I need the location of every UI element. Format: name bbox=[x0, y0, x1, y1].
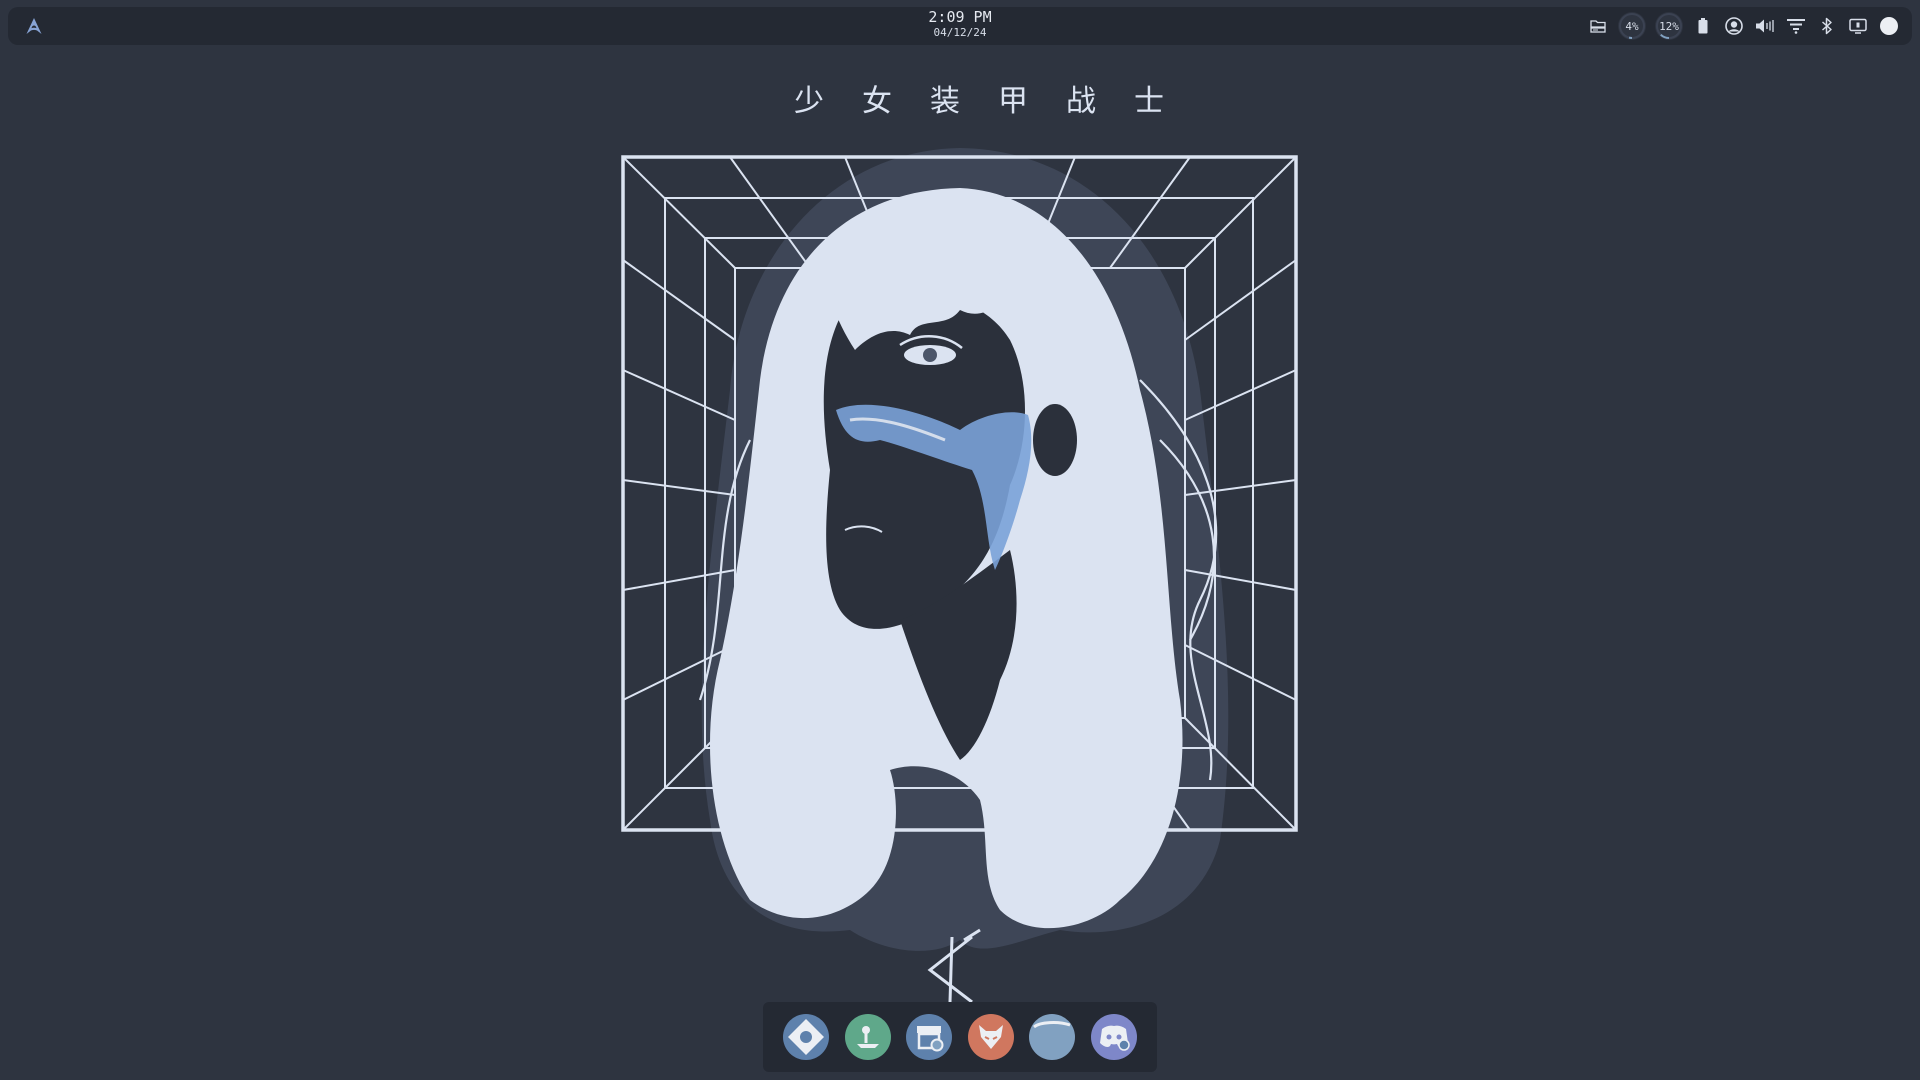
cpu-usage-indicator[interactable]: 4% bbox=[1618, 12, 1646, 40]
dock-app-settings[interactable] bbox=[782, 1013, 830, 1061]
wifi-icon bbox=[1787, 19, 1805, 34]
wallpaper-artwork bbox=[621, 148, 1298, 1004]
ram-usage-label: 12% bbox=[1659, 19, 1679, 33]
account-button[interactable] bbox=[1723, 14, 1745, 38]
battery-icon bbox=[1698, 18, 1708, 34]
folder-icon bbox=[1029, 1014, 1076, 1060]
dock-app-store[interactable] bbox=[905, 1013, 953, 1061]
bluetooth-icon bbox=[1822, 17, 1832, 35]
power-circle-icon bbox=[1880, 17, 1898, 35]
desktop: 2:09 PM 04/12/24 4% 12% 少女装甲战士 bbox=[0, 0, 1920, 1080]
dock bbox=[763, 1002, 1157, 1072]
wallpaper-title: 少女装甲战士 bbox=[794, 84, 1202, 119]
discord-icon bbox=[1090, 1014, 1137, 1060]
ear bbox=[1033, 404, 1077, 476]
dock-app-discord[interactable] bbox=[1090, 1013, 1138, 1061]
store-icon bbox=[906, 1014, 953, 1060]
app-launcher-button[interactable] bbox=[22, 14, 46, 38]
volume-icon bbox=[1756, 19, 1774, 33]
joystick-icon bbox=[844, 1014, 891, 1060]
settings-diamond-icon bbox=[783, 1014, 830, 1060]
display-control[interactable] bbox=[1847, 14, 1869, 38]
cpu-usage-label: 4% bbox=[1625, 19, 1639, 33]
user-account-icon bbox=[1725, 17, 1743, 35]
clock-time: 2:09 PM bbox=[928, 8, 992, 26]
clock-date: 04/12/24 bbox=[933, 26, 987, 39]
bluetooth-control[interactable] bbox=[1816, 14, 1838, 38]
screen-icon bbox=[1849, 18, 1867, 34]
system-tray: 4% 12% bbox=[1587, 7, 1900, 45]
fox-icon bbox=[967, 1014, 1014, 1060]
clock[interactable]: 2:09 PM 04/12/24 bbox=[928, 8, 992, 39]
ram-usage-indicator[interactable]: 12% bbox=[1655, 12, 1683, 40]
storage-indicator[interactable] bbox=[1587, 14, 1609, 38]
top-panel: 2:09 PM 04/12/24 4% 12% bbox=[8, 7, 1912, 45]
power-button[interactable] bbox=[1878, 14, 1900, 38]
battery-indicator[interactable] bbox=[1692, 14, 1714, 38]
volume-control[interactable] bbox=[1754, 14, 1776, 38]
dock-app-desktop-manager[interactable] bbox=[844, 1013, 892, 1061]
wifi-control[interactable] bbox=[1785, 14, 1807, 38]
dock-app-firefox[interactable] bbox=[967, 1013, 1015, 1061]
dock-app-files[interactable] bbox=[1028, 1013, 1076, 1061]
arch-linux-icon bbox=[26, 18, 42, 34]
pupil bbox=[923, 348, 937, 362]
folder-drive-icon bbox=[1590, 20, 1606, 33]
